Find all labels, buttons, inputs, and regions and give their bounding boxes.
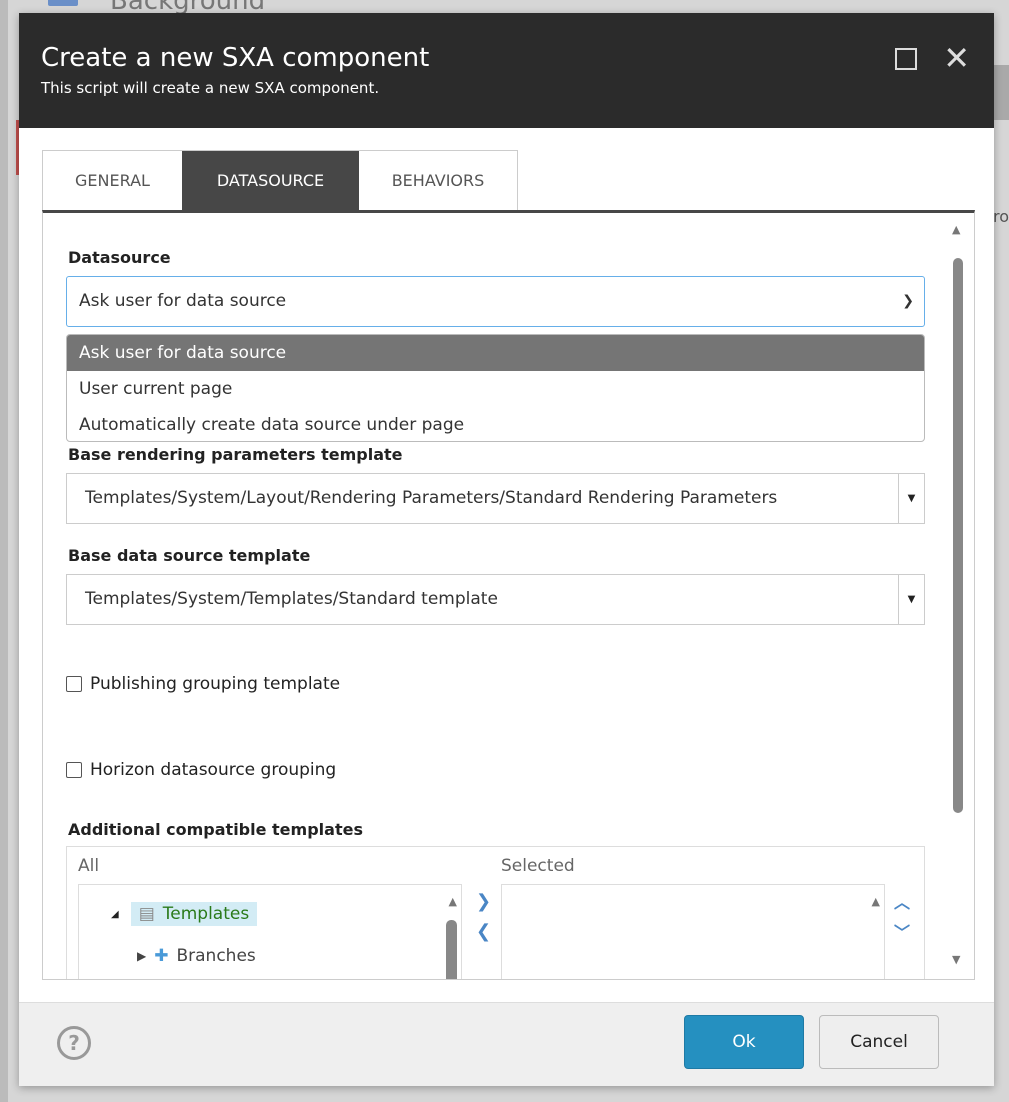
- tree-node-label: Templates: [162, 904, 250, 924]
- all-templates-tree[interactable]: ◢ ▤ Templates ▶ ✚ Branches ▲: [78, 884, 462, 979]
- selected-templates-list[interactable]: ▲: [501, 884, 885, 979]
- scrollbar-thumb[interactable]: [953, 258, 963, 813]
- ok-button[interactable]: Ok: [684, 1015, 804, 1069]
- dropdown-option[interactable]: Automatically create data source under p…: [67, 407, 924, 441]
- tab-behaviors[interactable]: BEHAVIORS: [359, 151, 517, 211]
- close-icon[interactable]: ✕: [943, 41, 970, 75]
- dialog-footer: ? Ok Cancel: [19, 1002, 994, 1086]
- datasource-select[interactable]: Ask user for data source ❯: [66, 276, 925, 327]
- template-icon: ▤: [138, 904, 155, 924]
- background-item-icon: [48, 0, 78, 6]
- chevron-down-icon: ❯: [902, 293, 914, 309]
- base-rendering-label: Base rendering parameters template: [68, 445, 403, 464]
- scroll-up-icon[interactable]: ▲: [872, 895, 880, 908]
- base-datasource-label: Base data source template: [68, 546, 311, 565]
- all-label: All: [78, 856, 100, 876]
- caret-down-icon[interactable]: ▼: [898, 574, 925, 625]
- datasource-dropdown: Ask user for data source User current pa…: [66, 334, 925, 442]
- background-text: ro: [992, 207, 1009, 226]
- move-up-icon[interactable]: ︿: [894, 889, 910, 913]
- create-sxa-component-dialog: Create a new SXA component This script w…: [19, 13, 994, 1086]
- datasource-panel: Datasource Ask user for data source ❯ As…: [42, 210, 975, 980]
- tab-bar: GENERAL DATASOURCE BEHAVIORS: [42, 150, 518, 211]
- expanded-arrow-icon[interactable]: ◢: [111, 909, 119, 920]
- help-icon[interactable]: ?: [57, 1026, 91, 1060]
- dropdown-option[interactable]: Ask user for data source: [67, 335, 924, 371]
- dialog-header: Create a new SXA component This script w…: [19, 13, 994, 128]
- dialog-subtitle: This script will create a new SXA compon…: [41, 79, 380, 97]
- horizon-grouping-checkbox[interactable]: Horizon datasource grouping: [66, 760, 336, 780]
- selected-label: Selected: [501, 856, 575, 876]
- dialog-title: Create a new SXA component: [41, 43, 430, 73]
- base-rendering-input[interactable]: Templates/System/Layout/Rendering Parame…: [66, 473, 899, 524]
- move-down-icon[interactable]: ﹀: [894, 919, 910, 943]
- datasource-label: Datasource: [68, 248, 171, 267]
- add-arrow-icon[interactable]: ❯: [476, 891, 491, 912]
- scroll-down-icon[interactable]: ▼: [952, 953, 960, 966]
- tree-node-label: Branches: [176, 946, 256, 966]
- tree-node-templates[interactable]: ◢ ▤ Templates: [111, 902, 258, 926]
- tree-scrollbar[interactable]: [446, 920, 457, 979]
- tab-datasource[interactable]: DATASOURCE: [182, 151, 359, 211]
- maximize-icon[interactable]: [895, 48, 917, 70]
- background-edge: [0, 0, 8, 1102]
- tab-general[interactable]: GENERAL: [43, 151, 182, 211]
- checkbox-box[interactable]: [66, 676, 82, 692]
- scroll-up-icon[interactable]: ▲: [952, 223, 960, 236]
- scroll-up-icon[interactable]: ▲: [449, 895, 457, 908]
- cancel-button[interactable]: Cancel: [819, 1015, 939, 1069]
- branch-icon: ✚: [154, 946, 169, 966]
- dropdown-option[interactable]: User current page: [67, 371, 924, 407]
- base-datasource-input[interactable]: Templates/System/Templates/Standard temp…: [66, 574, 899, 625]
- caret-down-icon[interactable]: ▼: [898, 473, 925, 524]
- checkbox-box[interactable]: [66, 762, 82, 778]
- additional-templates-picker: All Selected ◢ ▤ Templates ▶ ✚ Branches ▲…: [66, 846, 925, 979]
- checkbox-label: Horizon datasource grouping: [90, 760, 337, 780]
- collapsed-arrow-icon[interactable]: ▶: [137, 949, 146, 963]
- datasource-value: Ask user for data source: [79, 291, 287, 311]
- tree-node-branches[interactable]: ▶ ✚ Branches: [137, 946, 256, 966]
- publishing-grouping-checkbox[interactable]: Publishing grouping template: [66, 674, 340, 694]
- background-panel: [994, 65, 1009, 120]
- checkbox-label: Publishing grouping template: [90, 674, 341, 694]
- remove-arrow-icon[interactable]: ❮: [476, 921, 491, 942]
- panel-scrollbar[interactable]: ▲ ▼: [951, 223, 965, 983]
- additional-templates-label: Additional compatible templates: [68, 820, 363, 839]
